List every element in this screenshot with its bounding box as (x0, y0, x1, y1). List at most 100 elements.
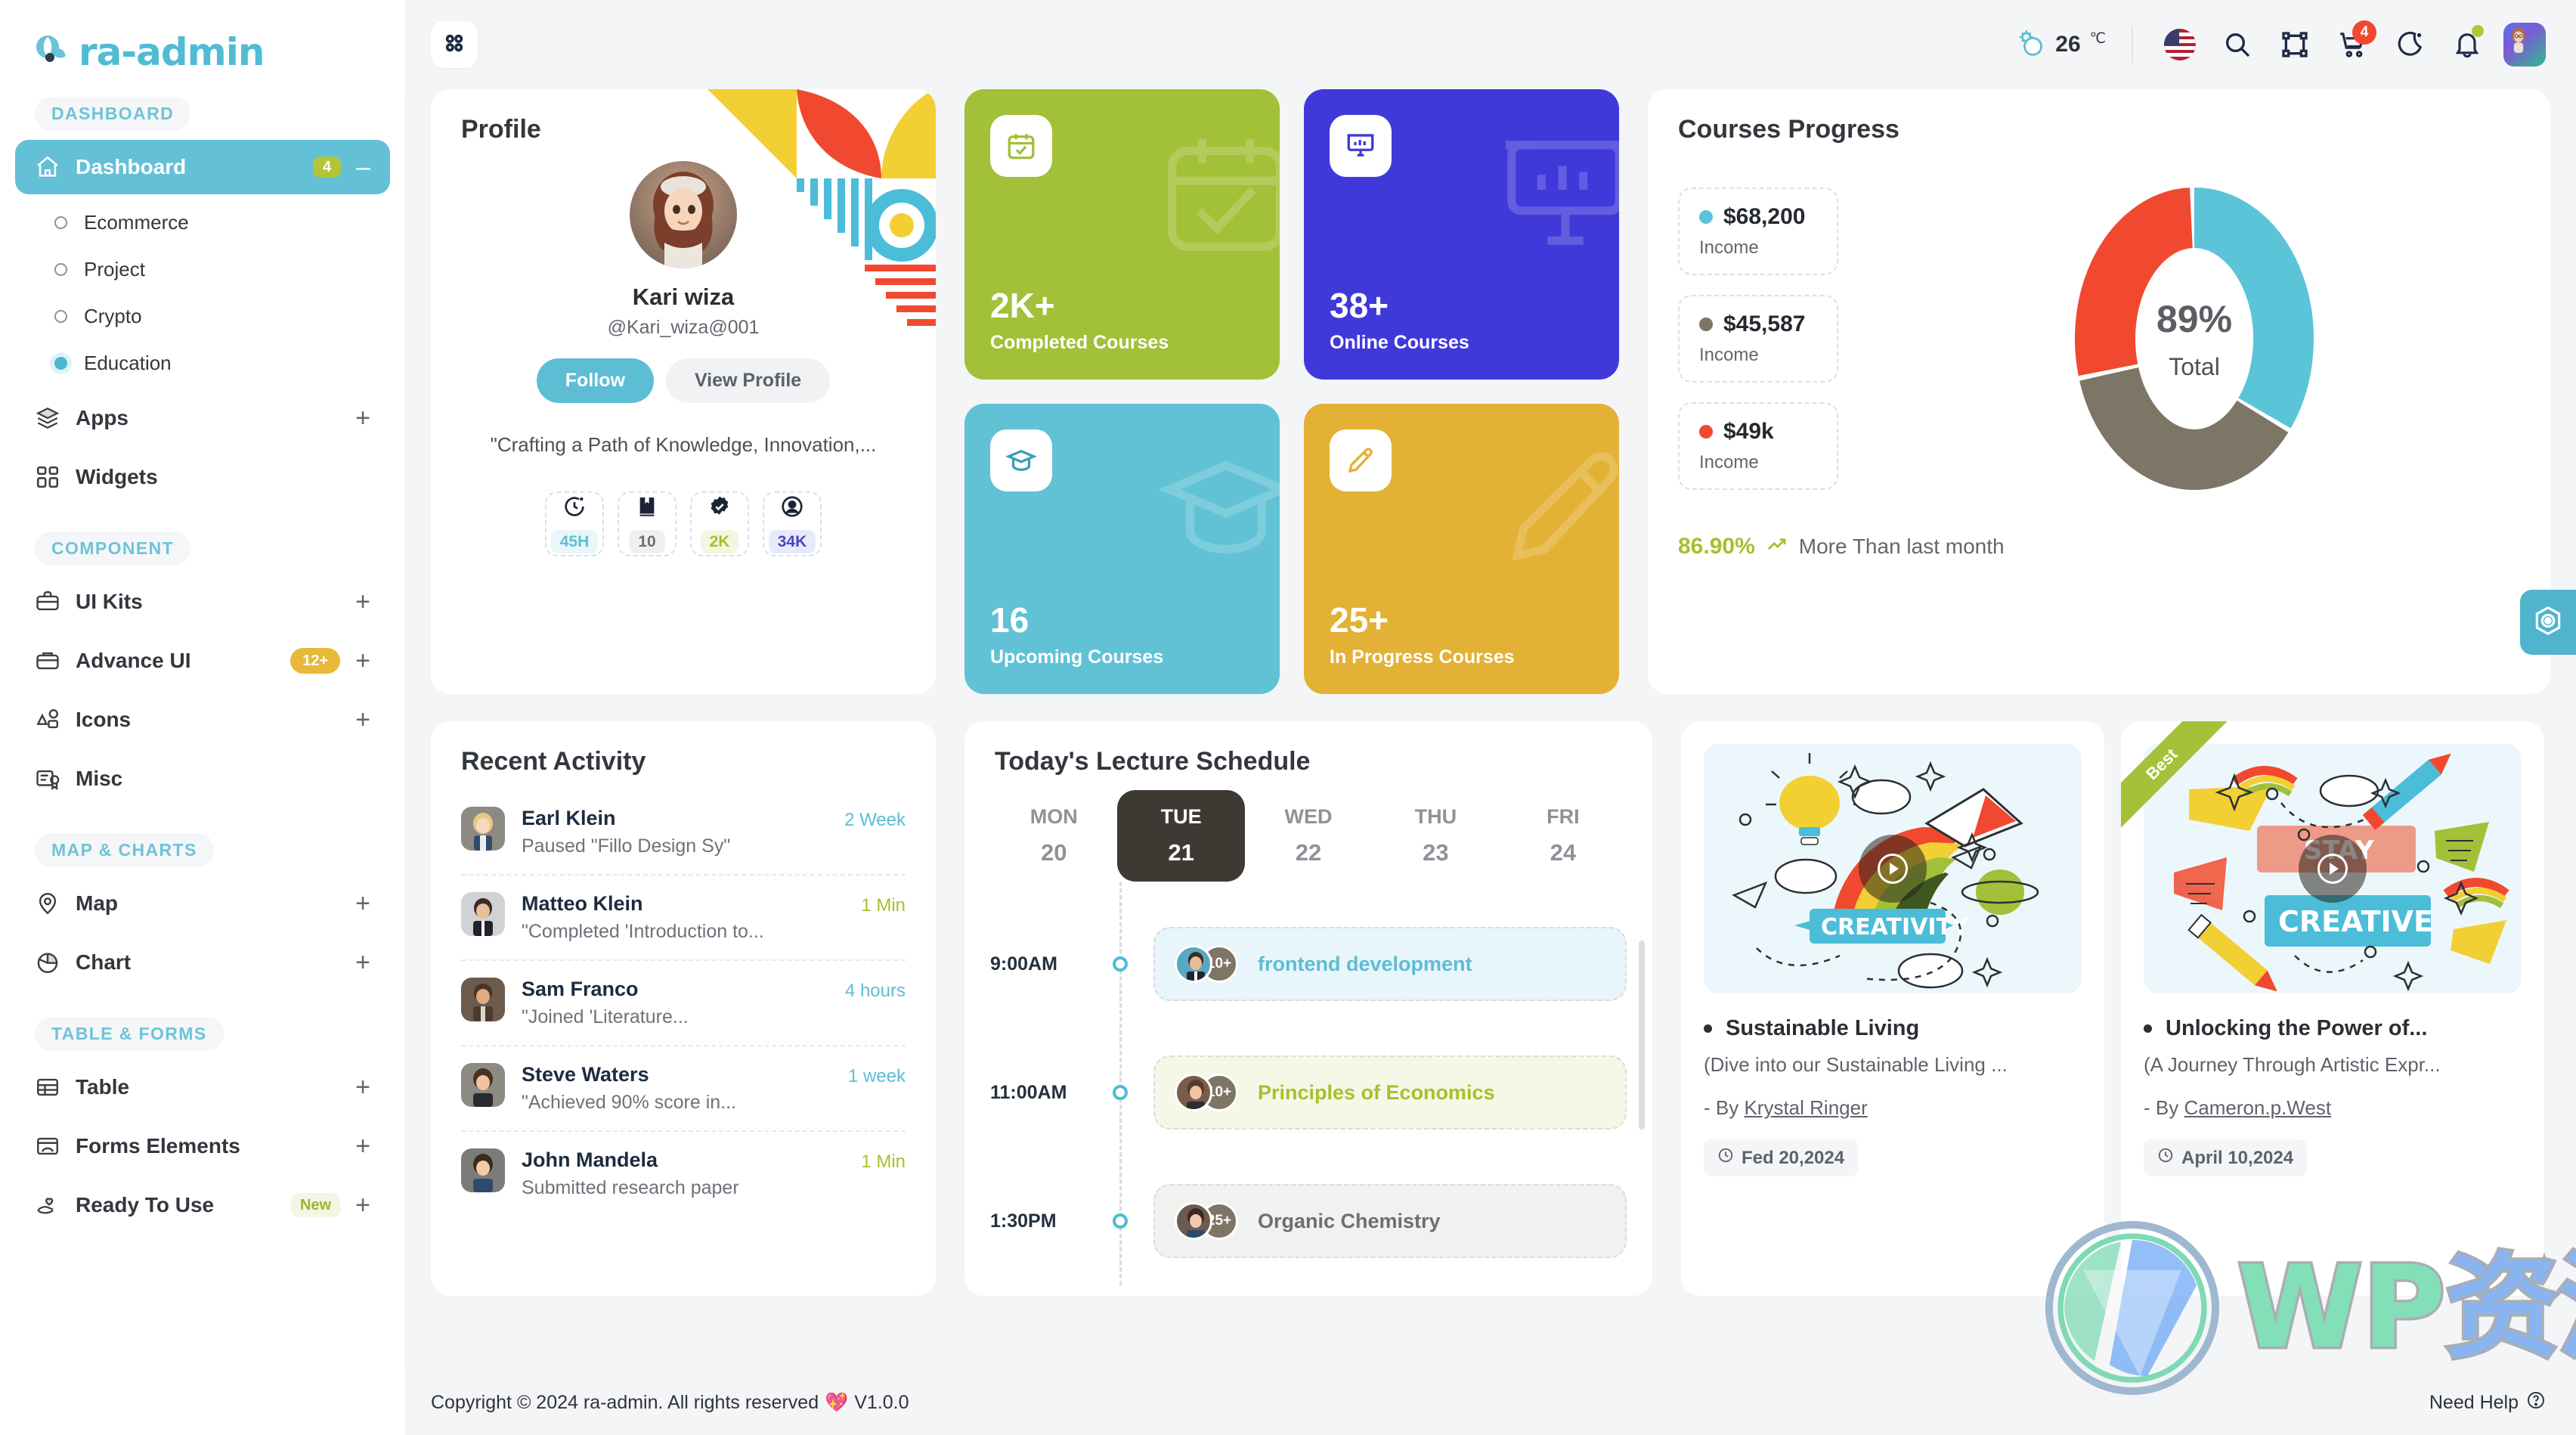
course-date-text: Fed 20,2024 (1742, 1147, 1845, 1168)
sidebar-item-label: Ready To Use (76, 1193, 215, 1216)
expand-icon[interactable]: + (355, 949, 370, 975)
course-thumbnail[interactable]: CREATIVITY (1704, 744, 2082, 993)
course-title-row: Sustainable Living (1681, 1016, 2104, 1041)
expand-icon[interactable]: + (355, 890, 370, 916)
lecture-item[interactable]: 10+ frontend development (1153, 927, 1627, 1001)
tile-completed-courses[interactable]: 2K+ Completed Courses (964, 89, 1280, 380)
advance-ui-badge: 12+ (290, 648, 341, 674)
expand-icon[interactable]: + (355, 647, 370, 674)
play-icon[interactable] (1859, 835, 1927, 903)
sidebar-item-project[interactable]: Project (54, 246, 405, 293)
sidebar-item-ready-to-use[interactable]: Ready To Use New + (15, 1178, 390, 1232)
activity-name: Earl Klein (522, 807, 616, 829)
list-item[interactable]: John Mandela Submitted research paper 1 … (461, 1132, 906, 1216)
course-author[interactable]: Krystal Ringer (1744, 1096, 1867, 1119)
sidebar-item-table[interactable]: Table + (15, 1060, 390, 1114)
language-flag-us-icon[interactable] (2159, 23, 2201, 66)
avatar[interactable] (2503, 23, 2546, 67)
lecture-item[interactable]: 10+ Principles of Economics (1153, 1055, 1627, 1130)
brand-logo[interactable]: ra-admin (0, 0, 405, 74)
course-author[interactable]: Cameron.p.West (2184, 1096, 2331, 1119)
scrollbar[interactable] (1639, 941, 1645, 1130)
section-map-charts: MAP & CHARTS (0, 810, 405, 872)
avatar (461, 807, 505, 851)
sidebar-item-widgets[interactable]: Widgets (15, 450, 390, 504)
sidebar-item-ecommerce[interactable]: Ecommerce (54, 199, 405, 246)
legend-item[interactable]: $45,587 Income (1678, 295, 1838, 383)
sidebar-item-dashboard[interactable]: Dashboard 4 – (15, 140, 390, 194)
legend-item[interactable]: $49k Income (1678, 402, 1838, 490)
list-item[interactable]: Earl Klein Paused "Fillo Design Sy" 2 We… (461, 790, 906, 876)
cart-icon[interactable]: 4 (2331, 20, 2376, 66)
profile-stat-verified: 2K (690, 491, 749, 556)
profile-stat-books: 10 (618, 491, 677, 556)
day-wed[interactable]: WED 22 (1245, 790, 1372, 882)
certificate-icon (35, 766, 60, 792)
day-name: TUE (1160, 805, 1202, 828)
collapse-icon[interactable]: – (356, 153, 370, 180)
lecture-item[interactable]: 25+ Organic Chemistry (1153, 1184, 1627, 1258)
legend-item[interactable]: $68,200 Income (1678, 188, 1838, 275)
profile-actions: Follow View Profile (431, 358, 936, 403)
tile-in-progress-courses[interactable]: 25+ In Progress Courses (1304, 404, 1619, 694)
sidebar-item-label: Map (76, 891, 118, 915)
form-icon (35, 1133, 60, 1159)
profile-stat-hours: 45H (545, 491, 604, 556)
fullscreen-icon[interactable] (2274, 23, 2316, 66)
sidebar-item-chart[interactable]: Chart + (15, 935, 390, 990)
timeline-row: 1:30PM 25+ Organic Chemistry (990, 1157, 1627, 1285)
lecture-title: Organic Chemistry (1258, 1209, 1441, 1232)
list-item[interactable]: Sam Franco "Joined 'Literature... 4 hour… (461, 961, 906, 1046)
day-tue[interactable]: TUE 21 (1117, 790, 1245, 882)
play-icon[interactable] (2299, 835, 2367, 903)
weather-widget[interactable]: 26 ℃ (2014, 27, 2106, 63)
expand-icon[interactable]: + (355, 588, 370, 615)
expand-icon[interactable]: + (355, 1074, 370, 1100)
sidebar-item-icons[interactable]: Icons + (15, 693, 390, 747)
avatar (461, 978, 505, 1021)
sidebar-toggle-button[interactable] (431, 21, 478, 68)
course-author-row: - By Krystal Ringer (1681, 1077, 2104, 1120)
dark-mode-moon-icon[interactable] (2389, 23, 2431, 66)
svg-text:CREATIVITY: CREATIVITY (1821, 914, 1969, 941)
notification-bell-icon[interactable] (2446, 23, 2488, 66)
search-icon[interactable] (2216, 23, 2259, 66)
tile-upcoming-courses[interactable]: 16 Upcoming Courses (964, 404, 1280, 694)
list-item[interactable]: Matteo Klein "Completed 'Introduction to… (461, 876, 906, 961)
need-help-label: Need Help (2429, 1391, 2519, 1413)
weather-unit: ℃ (2089, 30, 2106, 47)
sidebar-item-advance-ui[interactable]: Advance UI 12+ + (15, 634, 390, 688)
tile-value: 2K+ (990, 286, 1055, 325)
course-date: April 10,2024 (2144, 1139, 2308, 1176)
view-profile-button[interactable]: View Profile (665, 358, 831, 403)
day-fri[interactable]: FRI 24 (1500, 790, 1627, 882)
need-help-link[interactable]: Need Help (2429, 1390, 2546, 1415)
shapes-icon (35, 707, 60, 733)
expand-icon[interactable]: + (355, 1192, 370, 1218)
tile-online-courses[interactable]: 38+ Online Courses (1304, 89, 1619, 380)
recent-activity-title: Recent Activity (461, 747, 646, 776)
follow-button[interactable]: Follow (536, 358, 654, 403)
graduation-cap-icon (990, 429, 1052, 491)
sidebar-item-forms-elements[interactable]: Forms Elements + (15, 1119, 390, 1173)
expand-icon[interactable]: + (355, 1133, 370, 1159)
sidebar-item-ui-kits[interactable]: UI Kits + (15, 575, 390, 629)
activity-name: Steve Waters (522, 1063, 649, 1086)
course-date-text: April 10,2024 (2181, 1147, 2294, 1168)
avatar (461, 1148, 505, 1192)
list-item[interactable]: Steve Waters "Achieved 90% score in... 1… (461, 1046, 906, 1132)
settings-panel-button[interactable] (2520, 590, 2576, 655)
profile-stats: 45H 10 2K 34K (431, 491, 936, 556)
sidebar-item-apps[interactable]: Apps + (15, 391, 390, 445)
course-author-row: - By Cameron.p.West (2121, 1077, 2544, 1120)
timeline-node-icon (1113, 1085, 1128, 1100)
day-mon[interactable]: MON 20 (990, 790, 1117, 882)
course-title-row: Unlocking the Power of... (2121, 1016, 2544, 1041)
expand-icon[interactable]: + (355, 706, 370, 733)
sidebar-item-crypto[interactable]: Crypto (54, 293, 405, 339)
sidebar-item-education[interactable]: Education (54, 339, 405, 386)
sidebar-item-misc[interactable]: Misc (15, 752, 390, 806)
sidebar-item-map[interactable]: Map + (15, 876, 390, 931)
expand-icon[interactable]: + (355, 404, 370, 431)
day-thu[interactable]: THU 23 (1372, 790, 1499, 882)
